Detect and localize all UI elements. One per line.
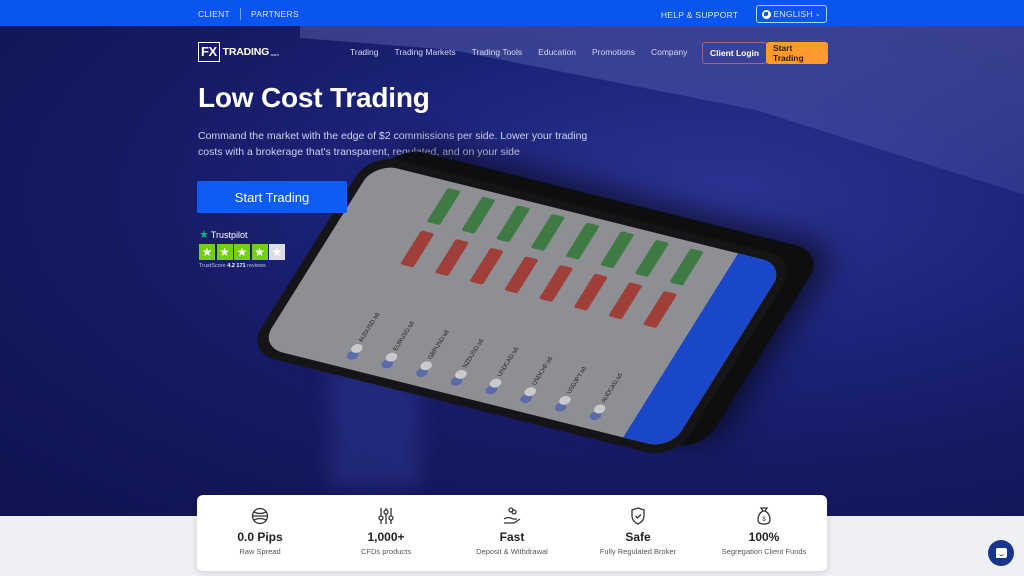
language-selector[interactable]: ENGLISH ⌄ <box>756 5 827 23</box>
feature-value: 0.0 Pips <box>237 530 283 544</box>
feature-value: Safe <box>625 530 651 544</box>
nav-item-trading-markets[interactable]: Trading Markets <box>395 47 456 57</box>
buy-price <box>461 196 496 234</box>
buy-price <box>669 248 704 286</box>
sell-price <box>608 282 643 320</box>
star-icon: ★ <box>234 244 250 260</box>
phone-mockup: AUDUSD.sd EURUSD.sd GBPUSD.sd NZDUSD.sd USDC… <box>245 136 875 516</box>
pair-symbol: EURUSD.sd <box>392 321 417 352</box>
feature-value: 100% <box>748 530 780 544</box>
language-label: ENGLISH <box>773 9 813 19</box>
logo-suffix: .com <box>270 51 279 57</box>
shield-check-icon <box>631 507 645 525</box>
feature-raw-spread: 0.0 Pips Raw Spread <box>197 495 323 571</box>
features-bar: 0.0 Pips Raw Spread 1,000+ CFDs products… <box>197 495 827 571</box>
feature-label: Deposit & Withdrawal <box>476 547 548 556</box>
hero-section: FX TRADING .com Trading Trading Markets … <box>0 26 1024 516</box>
buy-price <box>599 231 635 269</box>
pair-symbol: AUDUSD.sd <box>357 312 382 343</box>
feature-safe: Safe Fully Regulated Broker <box>575 495 701 571</box>
top-bar: CLIENT PARTNERS HELP & SUPPORT ENGLISH ⌄ <box>0 0 1024 26</box>
pair-symbol: AUDCAD.sd <box>600 373 625 404</box>
buy-price <box>565 222 600 260</box>
trustpilot-brand: Trustpilot <box>210 229 248 240</box>
money-bag-icon: $ <box>757 507 771 525</box>
sell-price <box>504 256 539 294</box>
logo[interactable]: FX TRADING .com <box>198 42 279 62</box>
globe-ball-icon <box>251 507 269 525</box>
sell-price <box>573 273 608 311</box>
svg-text:$: $ <box>762 517 766 523</box>
nav-menu: Trading Trading Markets Trading Tools Ed… <box>350 47 687 57</box>
sell-price <box>642 290 678 329</box>
feature-value: 1,000+ <box>367 530 405 544</box>
feature-label: CFDs products <box>360 547 411 556</box>
feature-cfds: 1,000+ CFDs products <box>323 495 449 571</box>
globe-icon <box>762 9 772 19</box>
logo-fx: FX <box>198 42 220 62</box>
sliders-icon <box>378 508 394 524</box>
score-label: TrustScore <box>199 263 226 269</box>
pair-symbol: GBPUSD.sd <box>427 329 452 360</box>
rating-stars: ★ ★ ★ ★ ★ <box>199 244 285 260</box>
feature-fast: Fast Deposit & Withdrawal <box>449 495 575 571</box>
trustpilot-widget[interactable]: ★ Trustpilot ★ ★ ★ ★ ★ TrustScore 4.2 17… <box>199 228 285 269</box>
nav-item-education[interactable]: Education <box>538 47 576 57</box>
client-link[interactable]: CLIENT <box>198 9 230 19</box>
trustpilot-star-icon: ★ <box>199 229 209 241</box>
help-support-link[interactable]: HELP & SUPPORT <box>661 10 739 20</box>
star-icon: ★ <box>251 244 268 260</box>
nav-item-trading-tools[interactable]: Trading Tools <box>472 47 523 57</box>
sell-price <box>538 264 574 303</box>
page-title: Low Cost Trading <box>198 82 430 113</box>
divider <box>240 8 242 20</box>
trust-score: TrustScore 4.2 171 reviews <box>199 263 285 269</box>
chat-launcher-button[interactable] <box>988 540 1014 566</box>
sell-price <box>469 247 504 285</box>
chevron-down-icon: ⌄ <box>814 11 821 18</box>
feature-label: Fully Regulated Broker <box>599 547 677 556</box>
sell-price <box>400 230 435 268</box>
nav-start-trading-button[interactable]: Start Trading <box>766 42 828 64</box>
star-icon: ★ <box>216 244 233 260</box>
nav-item-promotions[interactable]: Promotions <box>592 47 635 57</box>
score-value: 4.2 <box>227 263 235 269</box>
feature-segregation: $ 100% Segregation Client Funds <box>701 495 827 571</box>
partners-link[interactable]: PARTNERS <box>251 9 299 19</box>
main-nav: FX TRADING .com Trading Trading Markets … <box>198 42 828 66</box>
pair-symbol: NZDUSD.sd <box>462 338 486 369</box>
feature-value: Fast <box>499 530 525 544</box>
nav-item-company[interactable]: Company <box>651 47 687 57</box>
reviews-label: reviews <box>247 263 266 269</box>
pair-symbol: USDCAD.sd <box>496 347 521 378</box>
star-empty-icon: ★ <box>269 244 285 260</box>
start-trading-button[interactable]: Start Trading <box>197 181 347 213</box>
feature-label: Raw Spread <box>239 547 281 556</box>
buy-price <box>634 239 670 277</box>
reviews-count: 171 <box>236 263 246 269</box>
client-login-button[interactable]: Client Login <box>702 42 768 64</box>
buy-price <box>495 205 531 243</box>
pair-symbol: USDCHF.sd <box>531 356 555 386</box>
hand-coins-icon <box>503 507 521 524</box>
star-icon: ★ <box>199 244 215 260</box>
logo-word: TRADING <box>222 46 270 58</box>
buy-price <box>530 213 566 252</box>
pair-symbol: USDJPY.sd <box>566 366 589 395</box>
buy-price <box>426 187 462 226</box>
feature-label: Segregation Client Funds <box>721 547 807 556</box>
sell-price <box>434 238 470 277</box>
chat-icon <box>995 548 1007 558</box>
nav-item-trading[interactable]: Trading <box>350 47 379 57</box>
